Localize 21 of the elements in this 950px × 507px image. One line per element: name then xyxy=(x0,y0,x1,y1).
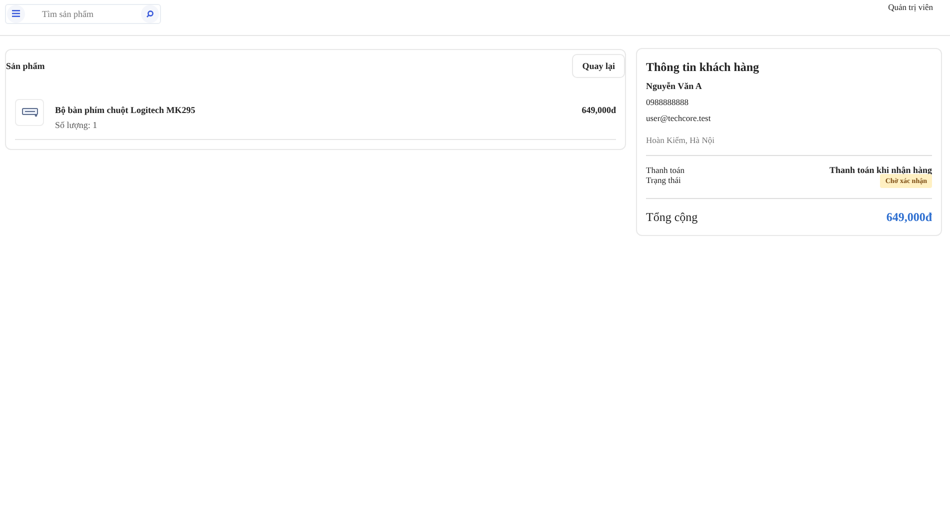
search-icon[interactable] xyxy=(141,4,159,22)
customer-address: Hoàn Kiếm, Hà Nội xyxy=(646,135,716,145)
user-role: Quản trị viên xyxy=(888,2,933,12)
customer-phone: 0988888888 xyxy=(646,97,690,107)
back-button[interactable]: Quay lại xyxy=(572,54,625,78)
total-label: Tổng cộng xyxy=(646,210,698,225)
product-quantity: Số lượng: 1 xyxy=(55,120,98,130)
section-title: Thông tin khách hàng xyxy=(646,60,760,75)
customer-email: user@techcore.test xyxy=(646,113,712,123)
product-price: 649,000đ xyxy=(582,105,616,115)
customer-name: Nguyễn Văn A xyxy=(646,81,703,91)
product-name: Bộ bàn phím chuột Logitech MK295 xyxy=(55,105,196,115)
search-bar[interactable]: Tìm sản phẩm xyxy=(5,4,161,24)
search-input[interactable]: Tìm sản phẩm xyxy=(26,8,140,18)
payment-label: Thanh toán xyxy=(646,165,684,175)
section-title: Sản phẩm xyxy=(6,61,45,71)
status-label: Trạng thái xyxy=(646,175,681,185)
menu-icon[interactable] xyxy=(7,4,25,22)
payment-value: Thanh toán khi nhận hàng xyxy=(829,165,932,175)
keyboard-icon xyxy=(15,99,44,126)
total-value: 649,000đ xyxy=(886,210,932,225)
